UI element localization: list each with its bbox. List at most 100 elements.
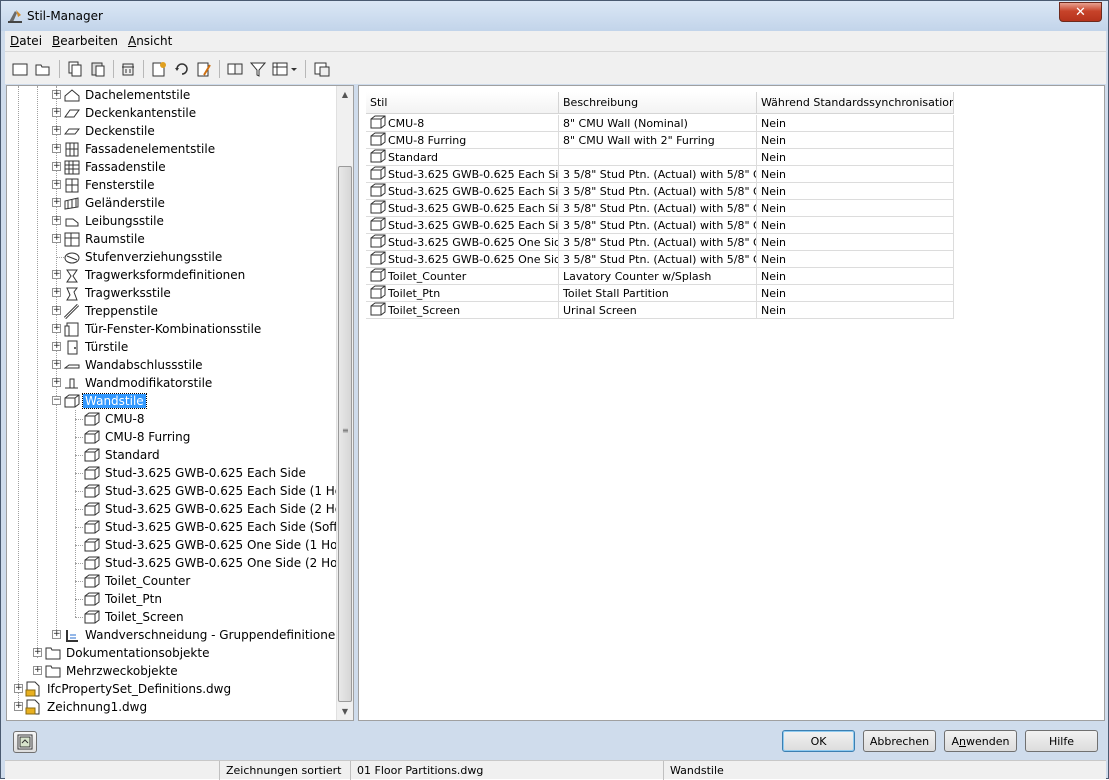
expand-icon[interactable]: + bbox=[52, 630, 61, 639]
cancel-button[interactable]: Abbrechen bbox=[863, 730, 936, 752]
tree-category-tür-fenster-kombinationsstile[interactable]: Tür-Fenster-Kombinationsstile bbox=[63, 320, 263, 338]
tree-wall-style[interactable]: Stud-3.625 GWB-0.625 Each Side (1 Hour) bbox=[83, 482, 353, 500]
expand-icon[interactable]: + bbox=[52, 198, 61, 207]
table-row[interactable]: Toilet_Ptn Toilet Stall Partition Nein bbox=[366, 285, 954, 302]
expand-icon[interactable]: + bbox=[52, 234, 61, 243]
style-tree[interactable]: + Dachelementstile + Deckenkantenstile + Deck… bbox=[6, 85, 354, 721]
collapse-icon[interactable]: − bbox=[52, 396, 61, 405]
tree-wall-style[interactable]: CMU-8 bbox=[83, 410, 146, 428]
scroll-down-icon[interactable]: ▼ bbox=[337, 703, 353, 720]
table-row[interactable]: Stud-3.625 GWB-0.625 Each Sid... 3 5/8" S… bbox=[366, 183, 954, 200]
tree-file[interactable]: Zeichnung1.dwg bbox=[25, 698, 149, 716]
tree-wall-style[interactable]: Stud-3.625 GWB-0.625 Each Side (2 Hour) bbox=[83, 500, 353, 518]
column-header-description[interactable]: Beschreibung bbox=[559, 92, 757, 114]
tree-category-geländerstile[interactable]: Geländerstile bbox=[63, 194, 167, 212]
expand-icon[interactable]: + bbox=[52, 324, 61, 333]
tree-wall-style[interactable]: Stud-3.625 GWB-0.625 One Side (2 Hour) bbox=[83, 554, 353, 572]
tree-category-deckenstile[interactable]: Deckenstile bbox=[63, 122, 157, 140]
view-dropdown-icon[interactable] bbox=[271, 60, 299, 78]
table-row[interactable]: Stud-3.625 GWB-0.625 Each Side 3 5/8" Stu… bbox=[366, 166, 954, 183]
expand-icon[interactable]: + bbox=[52, 270, 61, 279]
menu-bearbeiten[interactable]: Bearbeiten bbox=[47, 34, 123, 48]
tree-wall-style[interactable]: Stud-3.625 GWB-0.625 Each Side bbox=[83, 464, 308, 482]
compare-icon[interactable] bbox=[226, 60, 244, 78]
copy-icon[interactable] bbox=[66, 60, 84, 78]
tree-wall-style[interactable]: CMU-8 Furring bbox=[83, 428, 192, 446]
expand-icon[interactable]: + bbox=[14, 702, 23, 711]
tree-category-fassadenstile[interactable]: Fassadenstile bbox=[63, 158, 168, 176]
open-drawing-icon[interactable] bbox=[34, 60, 52, 78]
tree-category-fensterstile[interactable]: Fensterstile bbox=[63, 176, 157, 194]
tree-category-türstile[interactable]: Türstile bbox=[63, 338, 130, 356]
tree-category-tragwerksstile[interactable]: Tragwerksstile bbox=[63, 284, 173, 302]
table-row[interactable]: Stud-3.625 GWB-0.625 Each Sid... 3 5/8" S… bbox=[366, 217, 954, 234]
apply-button[interactable]: Anwenden bbox=[944, 730, 1017, 752]
expand-icon[interactable]: + bbox=[52, 360, 61, 369]
filter-icon[interactable] bbox=[249, 60, 267, 78]
refresh-icon[interactable] bbox=[173, 60, 191, 78]
tree-group-dokumentationsobjekte[interactable]: Dokumentationsobjekte bbox=[44, 644, 211, 662]
tree-category-treppenstile[interactable]: Treppenstile bbox=[63, 302, 160, 320]
new-drawing-icon[interactable] bbox=[11, 60, 29, 78]
help-button[interactable]: Hilfe bbox=[1025, 730, 1098, 752]
table-row[interactable]: Stud-3.625 GWB-0.625 Each Sid... 3 5/8" S… bbox=[366, 200, 954, 217]
menu-datei[interactable]: Datei bbox=[5, 34, 47, 48]
scroll-up-icon[interactable]: ▲ bbox=[337, 86, 353, 103]
tree-category-dachelementstile[interactable]: Dachelementstile bbox=[63, 86, 192, 104]
table-row[interactable]: CMU-8 Furring 8" CMU Wall with 2" Furring… bbox=[366, 132, 954, 149]
tree-category-stufenverziehungsstile[interactable]: Stufenverziehungsstile bbox=[63, 248, 224, 266]
expand-icon[interactable]: + bbox=[52, 378, 61, 387]
toggle-panel-button[interactable] bbox=[13, 731, 37, 753]
tree-category-tragwerksformdefinitionen[interactable]: Tragwerksformdefinitionen bbox=[63, 266, 247, 284]
expand-icon[interactable]: + bbox=[52, 108, 61, 117]
tree-category-deckenkantenstile[interactable]: Deckenkantenstile bbox=[63, 104, 198, 122]
tree-category-wandstile[interactable]: Wandstile bbox=[63, 392, 147, 410]
tree-wall-style[interactable]: Toilet_Ptn bbox=[83, 590, 164, 608]
tree-wall-style[interactable]: Standard bbox=[83, 446, 162, 464]
expand-icon[interactable]: + bbox=[33, 666, 42, 675]
tree-category-leibungsstile[interactable]: Leibungsstile bbox=[63, 212, 166, 230]
table-row[interactable]: Stud-3.625 GWB-0.625 One Side... 3 5/8" S… bbox=[366, 251, 954, 268]
tree-scrollbar[interactable]: ▲ ≡ ▼ bbox=[336, 86, 353, 720]
expand-icon[interactable]: + bbox=[52, 306, 61, 315]
tree-category-wandmodifikatorstile[interactable]: Wandmodifikatorstile bbox=[63, 374, 214, 392]
menu-ansicht[interactable]: Ansicht bbox=[123, 34, 177, 48]
tree-wall-style[interactable]: Toilet_Counter bbox=[83, 572, 192, 590]
table-row[interactable]: CMU-8 8" CMU Wall (Nominal) Nein bbox=[366, 115, 954, 132]
close-button[interactable]: ✕ bbox=[1059, 2, 1102, 22]
paste-icon[interactable] bbox=[89, 60, 107, 78]
tree-category-fassadenelementstile[interactable]: Fassadenelementstile bbox=[63, 140, 217, 158]
tree-wall-style[interactable]: Toilet_Screen bbox=[83, 608, 186, 626]
toggle-view-icon[interactable] bbox=[313, 60, 331, 78]
edit-style-icon[interactable] bbox=[195, 60, 213, 78]
expand-icon[interactable]: + bbox=[52, 126, 61, 135]
expand-icon[interactable]: + bbox=[33, 648, 42, 657]
tree-wall-style[interactable]: Stud-3.625 GWB-0.625 Each Side (Soffit) bbox=[83, 518, 352, 536]
expand-icon[interactable]: + bbox=[52, 216, 61, 225]
wall-style-icon bbox=[83, 609, 101, 625]
table-row[interactable]: Toilet_Screen Urinal Screen Nein bbox=[366, 302, 954, 319]
new-style-icon[interactable] bbox=[150, 60, 168, 78]
tree-file[interactable]: IfcPropertySet_Definitions.dwg bbox=[25, 680, 233, 698]
table-row[interactable]: Standard Nein bbox=[366, 149, 954, 166]
expand-icon[interactable]: + bbox=[52, 180, 61, 189]
expand-icon[interactable]: + bbox=[52, 162, 61, 171]
ok-button[interactable]: OK bbox=[782, 730, 855, 752]
tree-group-mehrzweckobjekte[interactable]: Mehrzweckobjekte bbox=[44, 662, 180, 680]
expand-icon[interactable]: + bbox=[52, 342, 61, 351]
purge-icon[interactable] bbox=[119, 60, 137, 78]
tree-category-wandverschneidung[interactable]: Wandverschneidung - Gruppendefinitionen bbox=[63, 626, 345, 644]
column-header-style[interactable]: Stil bbox=[366, 92, 559, 114]
expand-icon[interactable]: + bbox=[52, 288, 61, 297]
expand-icon[interactable]: + bbox=[52, 144, 61, 153]
table-row[interactable]: Stud-3.625 GWB-0.625 One Side... 3 5/8" S… bbox=[366, 234, 954, 251]
expand-icon[interactable]: + bbox=[52, 90, 61, 99]
column-header-sync[interactable]: Während Standardssynchronisation... bbox=[757, 92, 954, 114]
scroll-thumb[interactable]: ≡ bbox=[338, 166, 352, 702]
expand-icon[interactable]: + bbox=[14, 684, 23, 693]
style-list[interactable]: Stil Beschreibung Während Standardssynch… bbox=[358, 85, 1105, 721]
tree-category-raumstile[interactable]: Raumstile bbox=[63, 230, 147, 248]
table-row[interactable]: Toilet_Counter Lavatory Counter w/Splash N… bbox=[366, 268, 954, 285]
tree-wall-style[interactable]: Stud-3.625 GWB-0.625 One Side (1 Hour) bbox=[83, 536, 353, 554]
tree-category-wandabschlussstile[interactable]: Wandabschlussstile bbox=[63, 356, 205, 374]
